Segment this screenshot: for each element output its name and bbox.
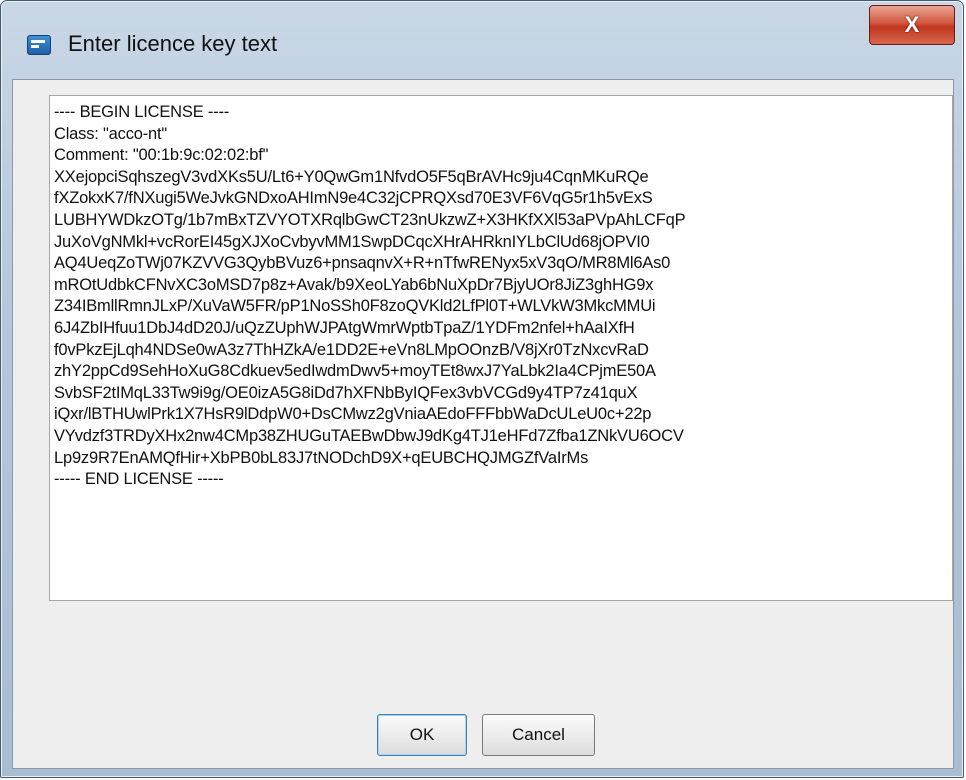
close-icon: X (904, 12, 920, 37)
license-text-line: VYvdzf3TRDyXHx2nw4CMp38ZHUGuTAEBwDbwJ9dK… (54, 426, 684, 445)
dialog-content: ---- BEGIN LICENSE ---- Class: "acco-nt"… (12, 79, 954, 769)
window-title: Enter licence key text (68, 31, 278, 56)
license-text-line: Class: "acco-nt" (54, 124, 168, 143)
license-text-line: mROtUdbkCFNvXC3oMSD7p8z+Avak/b9XeoLYab6b… (54, 275, 654, 294)
license-text-line: Lp9z9R7EnAMQfHir+XbPB0bL83J7tNODchD9X+qE… (54, 448, 589, 467)
license-text-line: Comment: "00:1b:9c:02:02:bf" (54, 146, 269, 165)
close-button[interactable]: X (869, 5, 955, 45)
license-text-line: iQxr/lBTHUwlPrk1X7HsR9lDdpW0+DsCMwz2gVni… (54, 405, 652, 424)
app-icon (27, 35, 51, 55)
ok-button[interactable]: OK (377, 714, 467, 756)
license-text-line: ---- BEGIN LICENSE ---- (54, 103, 230, 121)
dialog-window: Enter licence key text X ---- BEGIN LICE… (0, 0, 964, 778)
license-text-line: fXZokxK7/fNXugi5WeJvkGNDxoAHImN9e4C32jCP… (54, 189, 653, 208)
license-text-line: ----- END LICENSE ----- (54, 470, 224, 489)
title-bar[interactable]: Enter licence key text X (1, 1, 963, 79)
license-text-line: LUBHYWDkzOTg/1b7mBxTZVYOTXRqlbGwCT23nUkz… (54, 210, 686, 229)
license-text-line: Z34IBmllRmnJLxP/XuVaW5FR/pP1NoSSh0F8zoQV… (54, 297, 656, 316)
license-text-line: 6J4ZbIHfuu1DbJ4dD20J/uQzZUphWJPAtgWmrWpt… (54, 318, 635, 337)
license-text-line: XXejopciSqhszegV3vdXKs5U/Lt6+Y0QwGm1Nfvd… (54, 167, 649, 186)
license-text-line: f0vPkzEjLqh4NDSe0wA3z7ThHZkA/e1DD2E+eVn8… (54, 340, 649, 359)
license-text-line: SvbSF2tIMqL33Tw9i9g/OE0izA5G8iDd7hXFNbBy… (54, 383, 638, 402)
license-key-textarea[interactable]: ---- BEGIN LICENSE ---- Class: "acco-nt"… (49, 95, 953, 601)
license-text-line: JuXoVgNMkl+vcRorEI45gXJXoCvbyvMM1SwpDCqc… (54, 232, 650, 251)
license-text-line: AQ4UeqZoTWj07KZVVG3QybBVuz6+pnsaqnvX+R+n… (54, 254, 671, 273)
license-text-line: zhY2ppCd9SehHoXuG8Cdkuev5edIwdmDwv5+moyT… (54, 362, 656, 381)
cancel-button[interactable]: Cancel (482, 714, 595, 756)
